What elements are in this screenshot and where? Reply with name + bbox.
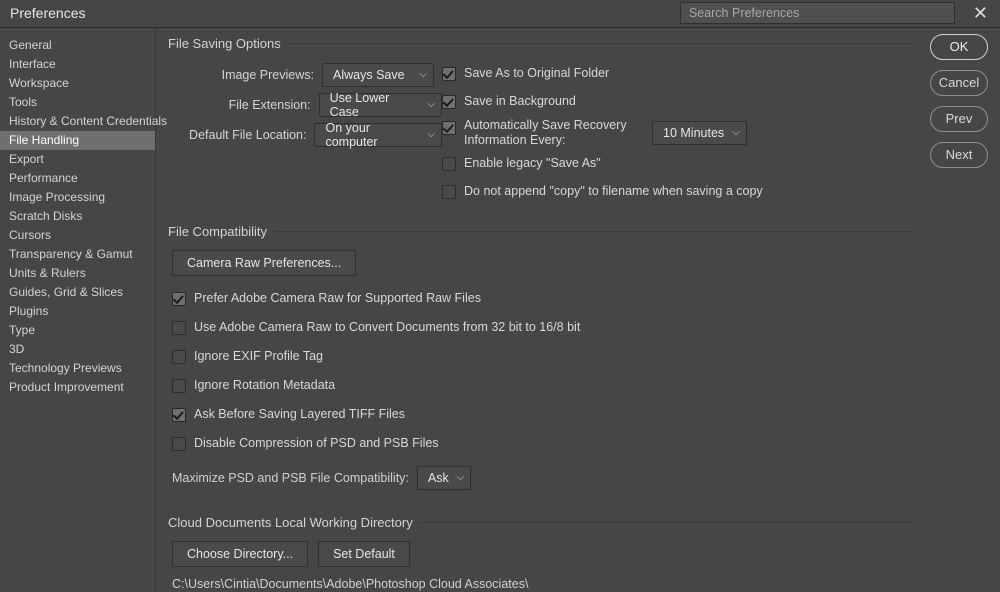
preferences-window: Preferences ✕ GeneralInterfaceWorkspaceT…: [0, 0, 1000, 592]
sidebar-item-image-processing[interactable]: Image Processing: [0, 188, 155, 207]
cb-auto-save[interactable]: Automatically Save Recovery Information …: [442, 118, 910, 148]
label-file-extension: File Extension:: [172, 98, 319, 112]
close-icon[interactable]: ✕: [969, 2, 992, 24]
dialog-buttons: OK Cancel Prev Next: [924, 34, 994, 592]
body: GeneralInterfaceWorkspaceToolsHistory & …: [0, 28, 1000, 592]
cb-save-background[interactable]: Save in Background: [442, 90, 910, 114]
cb-ignore-rotation[interactable]: Ignore Rotation Metadata: [172, 374, 910, 398]
dd-auto-save-interval[interactable]: 10 Minutes⌵: [652, 121, 747, 145]
chevron-down-icon: ⌵: [427, 99, 435, 110]
prev-button[interactable]: Prev: [930, 106, 988, 132]
sidebar-item-history-content-credentials[interactable]: History & Content Credentials: [0, 112, 155, 131]
cb-ignore-exif[interactable]: Ignore EXIF Profile Tag: [172, 345, 910, 369]
label-default-file-location: Default File Location:: [172, 128, 314, 142]
sidebar-item-type[interactable]: Type: [0, 321, 155, 340]
sidebar: GeneralInterfaceWorkspaceToolsHistory & …: [0, 28, 156, 592]
chevron-down-icon: ⌵: [457, 472, 465, 483]
chevron-down-icon: ⌵: [427, 129, 435, 140]
label-image-previews: Image Previews:: [172, 68, 322, 82]
sidebar-item-tools[interactable]: Tools: [0, 93, 155, 112]
sidebar-item-workspace[interactable]: Workspace: [0, 74, 155, 93]
checkbox-icon: [442, 67, 456, 81]
main-area: File Saving Options Image Previews: Alwa…: [156, 28, 1000, 592]
sidebar-item-performance[interactable]: Performance: [0, 169, 155, 188]
legend-file-saving: File Saving Options: [168, 36, 287, 51]
next-button[interactable]: Next: [930, 142, 988, 168]
sidebar-item-interface[interactable]: Interface: [0, 55, 155, 74]
window-title: Preferences: [10, 5, 85, 21]
checkbox-icon: [172, 408, 186, 422]
checkbox-icon: [442, 157, 456, 171]
set-default-button[interactable]: Set Default: [318, 541, 410, 567]
sidebar-item-export[interactable]: Export: [0, 150, 155, 169]
sidebar-item-plugins[interactable]: Plugins: [0, 302, 155, 321]
group-file-compat: File Compatibility Camera Raw Preference…: [168, 222, 914, 495]
cb-save-as-original[interactable]: Save As to Original Folder: [442, 62, 910, 86]
chevron-down-icon: ⌵: [419, 69, 427, 80]
checkbox-icon: [172, 321, 186, 335]
dd-default-file-location[interactable]: On your computer⌵: [314, 123, 442, 147]
cancel-button[interactable]: Cancel: [930, 70, 988, 96]
camera-raw-prefs-button[interactable]: Camera Raw Preferences...: [172, 250, 356, 276]
sidebar-item-general[interactable]: General: [0, 36, 155, 55]
search-input[interactable]: [680, 2, 955, 24]
checkbox-icon: [172, 292, 186, 306]
legend-file-compat: File Compatibility: [168, 224, 273, 239]
cb-prefer-acr[interactable]: Prefer Adobe Camera Raw for Supported Ra…: [172, 287, 910, 311]
checkbox-icon: [172, 350, 186, 364]
checkbox-icon: [172, 437, 186, 451]
label-maximize-compat: Maximize PSD and PSB File Compatibility:: [172, 471, 417, 485]
dd-maximize-compat[interactable]: Ask⌵: [417, 466, 471, 490]
ok-button[interactable]: OK: [930, 34, 988, 60]
dd-file-extension[interactable]: Use Lower Case⌵: [319, 93, 442, 117]
sidebar-item-transparency-gamut[interactable]: Transparency & Gamut: [0, 245, 155, 264]
sidebar-item-guides-grid-slices[interactable]: Guides, Grid & Slices: [0, 283, 155, 302]
cloud-directory-path: C:\Users\Cintia\Documents\Adobe\Photosho…: [172, 577, 910, 591]
checkbox-icon: [442, 95, 456, 109]
cb-ask-tiff[interactable]: Ask Before Saving Layered TIFF Files: [172, 403, 910, 427]
sidebar-item-product-improvement[interactable]: Product Improvement: [0, 378, 155, 397]
choose-directory-button[interactable]: Choose Directory...: [172, 541, 308, 567]
cb-legacy-save-as[interactable]: Enable legacy "Save As": [442, 152, 910, 176]
cb-disable-compress[interactable]: Disable Compression of PSD and PSB Files: [172, 432, 910, 456]
group-file-saving: File Saving Options Image Previews: Alwa…: [168, 34, 914, 204]
group-cloud-docs: Cloud Documents Local Working Directory …: [168, 513, 914, 591]
chevron-down-icon: ⌵: [732, 127, 740, 138]
checkbox-icon: [442, 121, 456, 135]
sidebar-item-technology-previews[interactable]: Technology Previews: [0, 359, 155, 378]
sidebar-item-cursors[interactable]: Cursors: [0, 226, 155, 245]
sidebar-item-scratch-disks[interactable]: Scratch Disks: [0, 207, 155, 226]
cb-no-append-copy[interactable]: Do not append "copy" to filename when sa…: [442, 180, 910, 204]
content: File Saving Options Image Previews: Alwa…: [168, 34, 924, 592]
dd-image-previews[interactable]: Always Save⌵: [322, 63, 434, 87]
sidebar-item-file-handling[interactable]: File Handling: [0, 131, 155, 150]
cb-acr-convert[interactable]: Use Adobe Camera Raw to Convert Document…: [172, 316, 910, 340]
sidebar-item-3d[interactable]: 3D: [0, 340, 155, 359]
checkbox-icon: [172, 379, 186, 393]
legend-cloud-docs: Cloud Documents Local Working Directory: [168, 515, 419, 530]
titlebar: Preferences ✕: [0, 0, 1000, 28]
checkbox-icon: [442, 185, 456, 199]
sidebar-item-units-rulers[interactable]: Units & Rulers: [0, 264, 155, 283]
